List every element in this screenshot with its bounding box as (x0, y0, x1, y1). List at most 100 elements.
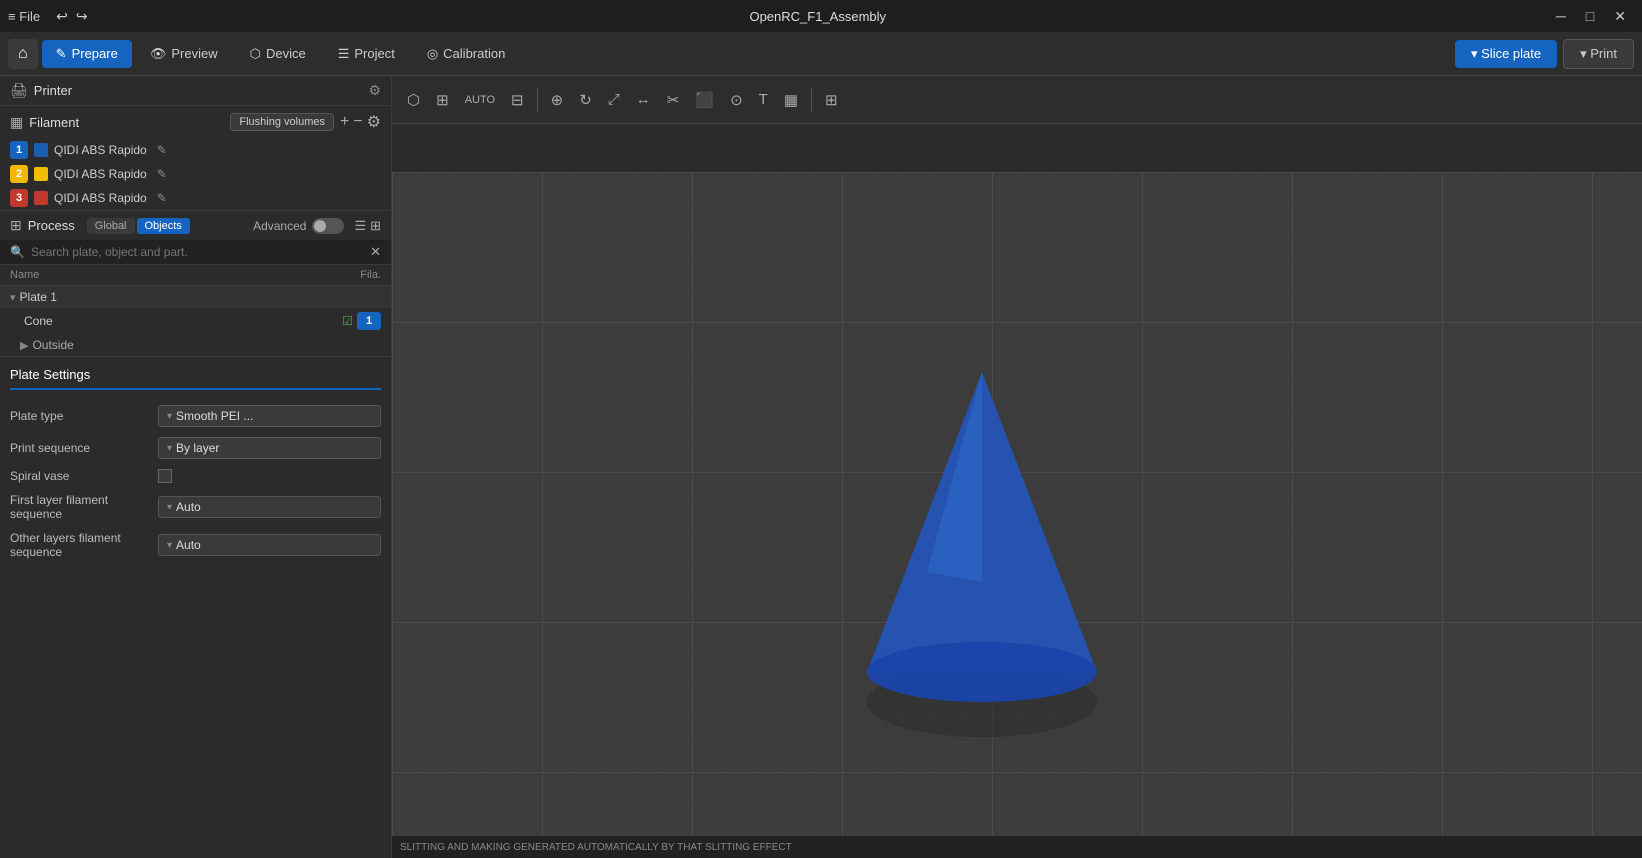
title-bar-left: ≡ File ↩ ↪ (8, 8, 88, 25)
process-grid-icon[interactable]: ⊞ (370, 218, 381, 234)
process-list-icon[interactable]: ☰ (354, 218, 366, 234)
print-dropdown-arrow: ▾ (1580, 46, 1590, 61)
tool-layers-btn[interactable]: ⊞ (818, 87, 845, 113)
filament-name-2: QIDI ABS Rapido (54, 167, 147, 181)
plate-settings-title: Plate Settings (10, 367, 381, 390)
tool-fill-btn[interactable]: ▦ (777, 87, 805, 113)
print-sequence-arrow: ▾ (167, 443, 172, 454)
header-filament: Fila. (321, 269, 381, 281)
tool-seam-btn[interactable]: ⊙ (723, 87, 750, 113)
tool-cube-btn[interactable]: ⬡ (400, 87, 427, 113)
app-title: OpenRC_F1_Assembly (749, 9, 886, 24)
list-header: Name Fila. (0, 265, 391, 286)
first-layer-filament-label: First layer filament sequence (10, 493, 150, 521)
filament-controls: + − ⚙ (340, 112, 381, 132)
3d-viewport[interactable]: SLITTING AND MAKING GENERATED AUTOMATICA… (392, 172, 1642, 858)
tab-project[interactable]: ☰ Project (324, 40, 409, 68)
filament-color-swatch-1 (34, 143, 48, 157)
prepare-icon: ✎ (56, 46, 67, 62)
redo-btn[interactable]: ↪ (76, 8, 88, 25)
tool-grid-btn[interactable]: ⊞ (429, 87, 456, 113)
cone-item[interactable]: Cone ☑ 1 (0, 308, 391, 334)
first-layer-value: Auto (176, 500, 201, 514)
tool-cut-btn[interactable]: ✂ (660, 87, 687, 113)
advanced-toggle[interactable] (312, 218, 344, 234)
tool-rotate-btn[interactable]: ↻ (572, 87, 599, 113)
toolbar: ⬡ ⊞ AUTO ⊟ ⊕ ↻ ⤢ ↔ ✂ ⬛ ⊙ T ▦ ⊞ (392, 76, 1642, 124)
slice-plate-btn[interactable]: ▾ Slice plate (1455, 40, 1557, 68)
tab-prepare[interactable]: ✎ Prepare (42, 40, 132, 68)
cone-check[interactable]: ☑ (342, 314, 353, 328)
spiral-vase-checkbox[interactable] (158, 469, 172, 483)
object-list: Name Fila. ▾ Plate 1 Cone ☑ 1 ▶ Outside (0, 265, 391, 356)
tool-support-btn[interactable]: ⬛ (688, 87, 721, 113)
header-name: Name (10, 269, 321, 281)
global-btn[interactable]: Global (87, 218, 135, 234)
tool-text-btn[interactable]: T (752, 87, 775, 112)
close-btn[interactable]: ✕ (1606, 6, 1634, 27)
tab-calibration[interactable]: ◎ Calibration (413, 40, 520, 68)
preview-icon: 👁 (150, 46, 167, 62)
maximize-btn[interactable]: □ (1578, 6, 1602, 27)
process-header: ⊞ Process Global Objects Advanced ☰ ⊞ (0, 211, 391, 240)
other-layers-arrow: ▾ (167, 540, 172, 551)
tab-preview[interactable]: 👁 Preview (136, 40, 232, 68)
tool-move-btn[interactable]: ⊕ (544, 87, 571, 113)
tab-device[interactable]: ⬡ Device (236, 40, 320, 68)
plate-type-label: Plate type (10, 409, 150, 423)
plate-type-dropdown[interactable]: ▾ Smooth PEI ... (158, 405, 381, 427)
filament-item-2: 2 QIDI ABS Rapido ✎ (0, 162, 391, 186)
first-layer-filament-row: First layer filament sequence ▾ Auto (10, 488, 381, 526)
tool-scale-btn[interactable]: ⤢ (601, 87, 627, 112)
other-layers-filament-dropdown[interactable]: ▾ Auto (158, 534, 381, 556)
home-btn[interactable]: ⌂ (8, 39, 38, 69)
slice-dropdown-arrow: ▾ (1471, 46, 1481, 61)
first-layer-arrow: ▾ (167, 502, 172, 513)
print-sequence-row: Print sequence ▾ By layer (10, 432, 381, 464)
flushing-volumes-btn[interactable]: Flushing volumes (230, 113, 334, 131)
minimize-btn[interactable]: ─ (1548, 6, 1574, 27)
cone-filament-badge: 1 (357, 312, 381, 330)
process-section: ⊞ Process Global Objects Advanced ☰ ⊞ 🔍 … (0, 211, 391, 357)
plate-1-name: Plate 1 (20, 290, 381, 304)
filament-color-swatch-2 (34, 167, 48, 181)
first-layer-filament-dropdown[interactable]: ▾ Auto (158, 496, 381, 518)
remove-filament-btn[interactable]: − (353, 112, 362, 132)
add-filament-btn[interactable]: + (340, 112, 349, 132)
print-sequence-dropdown[interactable]: ▾ By layer (158, 437, 381, 459)
print-sequence-label: Print sequence (10, 441, 150, 455)
plate-expand-icon: ▾ (10, 291, 16, 304)
undo-btn[interactable]: ↩ (56, 8, 68, 25)
print-btn[interactable]: ▾ Print (1563, 39, 1634, 69)
plate-type-value: Smooth PEI ... (176, 409, 253, 423)
objects-btn[interactable]: Objects (137, 218, 190, 234)
search-clear-icon[interactable]: ✕ (370, 244, 381, 260)
project-icon: ☰ (338, 46, 350, 62)
menu-file[interactable]: ≡ File (8, 9, 40, 24)
outside-item[interactable]: ▶ Outside (0, 334, 391, 356)
nav-bar: ⌂ ✎ Prepare 👁 Preview ⬡ Device ☰ Project… (0, 32, 1642, 76)
printer-title: Printer (34, 83, 363, 98)
filament-edit-2[interactable]: ✎ (157, 167, 167, 181)
other-layers-filament-row: Other layers filament sequence ▾ Auto (10, 526, 381, 564)
tool-auto-btn[interactable]: AUTO (458, 90, 502, 110)
tool-layout-btn[interactable]: ⊟ (504, 87, 531, 113)
global-objects-toggle: Global Objects (87, 218, 190, 234)
tool-mirror-btn[interactable]: ↔ (629, 87, 658, 112)
printer-section-header: 🖨 Printer ⚙ (0, 76, 391, 106)
filament-edit-1[interactable]: ✎ (157, 143, 167, 157)
print-sequence-value: By layer (176, 441, 219, 455)
plate-1-item[interactable]: ▾ Plate 1 (0, 286, 391, 308)
printer-settings-icon[interactable]: ⚙ (368, 82, 381, 99)
filament-num-2: 2 (10, 165, 28, 183)
status-bar: SLITTING AND MAKING GENERATED AUTOMATICA… (392, 836, 1642, 858)
process-icon-btns: ☰ ⊞ (354, 218, 381, 234)
search-box: 🔍 ✕ (0, 240, 391, 265)
search-input[interactable] (31, 245, 364, 259)
filament-edit-3[interactable]: ✎ (157, 191, 167, 205)
outside-name: Outside (32, 338, 381, 352)
nav-actions: ▾ Slice plate ▾ Print (1455, 39, 1634, 69)
spiral-vase-row: Spiral vase (10, 464, 381, 488)
filament-settings-btn[interactable]: ⚙ (367, 112, 381, 132)
spiral-vase-label: Spiral vase (10, 469, 150, 483)
